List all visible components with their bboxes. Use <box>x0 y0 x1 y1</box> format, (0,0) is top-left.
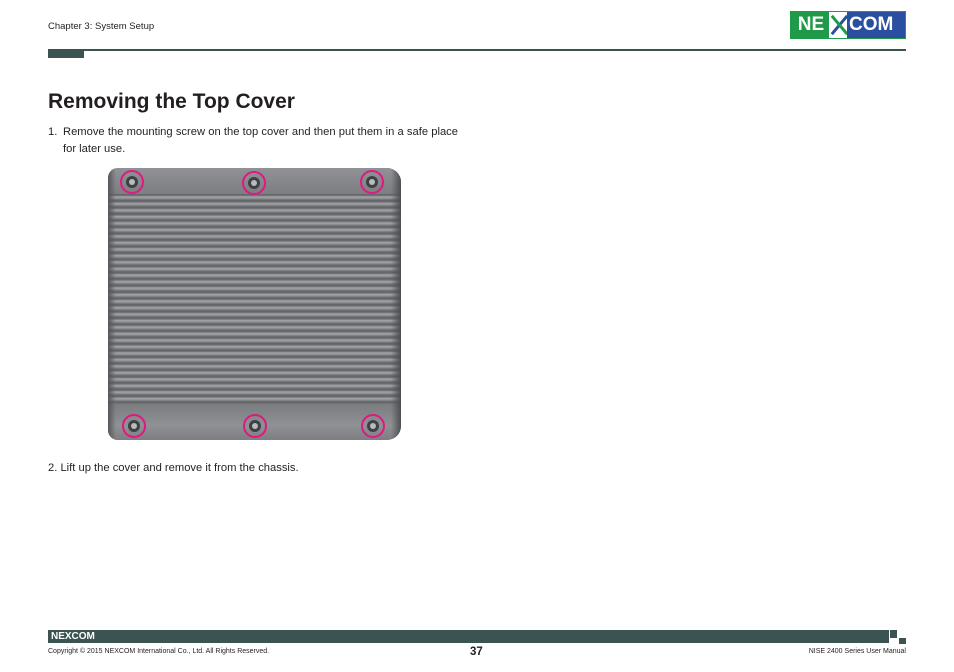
screw-highlight-top-center <box>242 171 266 195</box>
footer-square-decoration <box>899 638 906 644</box>
manual-title: NISE 2400 Series User Manual <box>808 648 906 655</box>
screw-highlight-bottom-left <box>122 414 146 438</box>
step-2-text: Lift up the cover and remove it from the… <box>60 462 299 474</box>
header-tab-marker <box>48 49 84 58</box>
footer-logo: NEXCOM <box>51 631 95 642</box>
logo-ne-text: NE <box>797 14 825 35</box>
screw-highlight-top-left <box>120 170 144 194</box>
step-1-text: Remove the mounting screw on the top cov… <box>63 126 458 155</box>
screw-icon <box>249 420 261 432</box>
screw-icon <box>126 176 138 188</box>
header-rule <box>48 49 906 51</box>
logo-x-mark-icon <box>829 12 849 38</box>
screw-icon <box>366 176 378 188</box>
step-2: 2. Lift up the cover and remove it from … <box>48 462 299 474</box>
page-title: Removing the Top Cover <box>48 90 295 113</box>
step-1: 1. Remove the mounting screw on the top … <box>48 124 458 157</box>
cover-left-edge <box>108 168 116 440</box>
screw-highlight-bottom-center <box>243 414 267 438</box>
footer-square-decoration <box>890 630 897 638</box>
logo-com-text: COM <box>847 12 905 38</box>
footer-bar <box>48 630 889 643</box>
screw-icon <box>367 420 379 432</box>
chapter-heading: Chapter 3: System Setup <box>48 21 155 32</box>
heatsink-fins <box>108 194 401 406</box>
screw-icon <box>248 177 260 189</box>
page-number: 37 <box>470 646 483 658</box>
nexcom-logo: NE COM <box>790 11 906 39</box>
screw-highlight-bottom-right <box>361 414 385 438</box>
copyright-text: Copyright © 2015 NEXCOM International Co… <box>48 648 270 655</box>
screw-highlight-top-right <box>360 170 384 194</box>
step-2-number: 2. <box>48 462 58 474</box>
screw-icon <box>128 420 140 432</box>
step-1-number: 1. <box>48 126 58 138</box>
cover-right-edge <box>391 168 401 440</box>
top-cover-photo <box>108 168 401 440</box>
